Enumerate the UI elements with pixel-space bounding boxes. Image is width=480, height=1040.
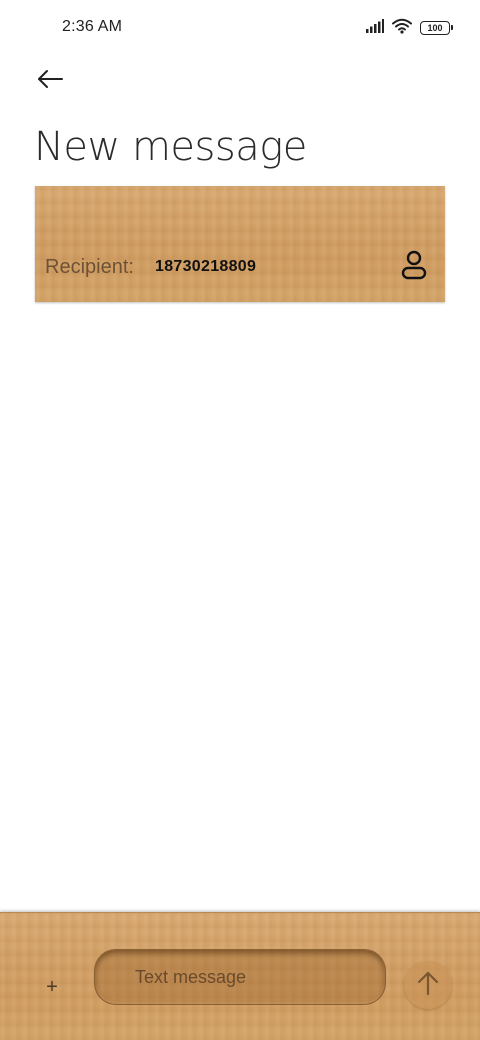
wifi-icon xyxy=(392,18,412,39)
signal-icon xyxy=(366,18,384,38)
contact-picker-button[interactable] xyxy=(399,250,429,284)
status-time: 2:36 AM xyxy=(62,18,123,35)
battery-level: 100 xyxy=(427,22,443,33)
composer-bar: + Text message xyxy=(0,912,480,1040)
recipient-panel[interactable]: Recipient: 18730218809 xyxy=(35,186,445,302)
arrow-up-icon xyxy=(416,970,440,1001)
recipient-label: Recipient: xyxy=(45,256,134,278)
message-placeholder: Text message xyxy=(135,966,247,987)
person-icon xyxy=(401,250,427,285)
status-icons: 100 xyxy=(366,18,453,39)
attach-button[interactable]: + xyxy=(38,973,66,1001)
page-title: New message xyxy=(34,124,307,170)
arrow-left-icon xyxy=(36,68,64,95)
recipient-input[interactable]: 18730218809 xyxy=(155,258,256,276)
back-button[interactable] xyxy=(30,62,70,100)
send-button[interactable] xyxy=(404,961,452,1009)
status-bar: 2:36 AM 100 xyxy=(0,0,480,56)
battery-icon: 100 xyxy=(420,21,453,35)
message-input[interactable]: Text message xyxy=(94,949,386,1005)
